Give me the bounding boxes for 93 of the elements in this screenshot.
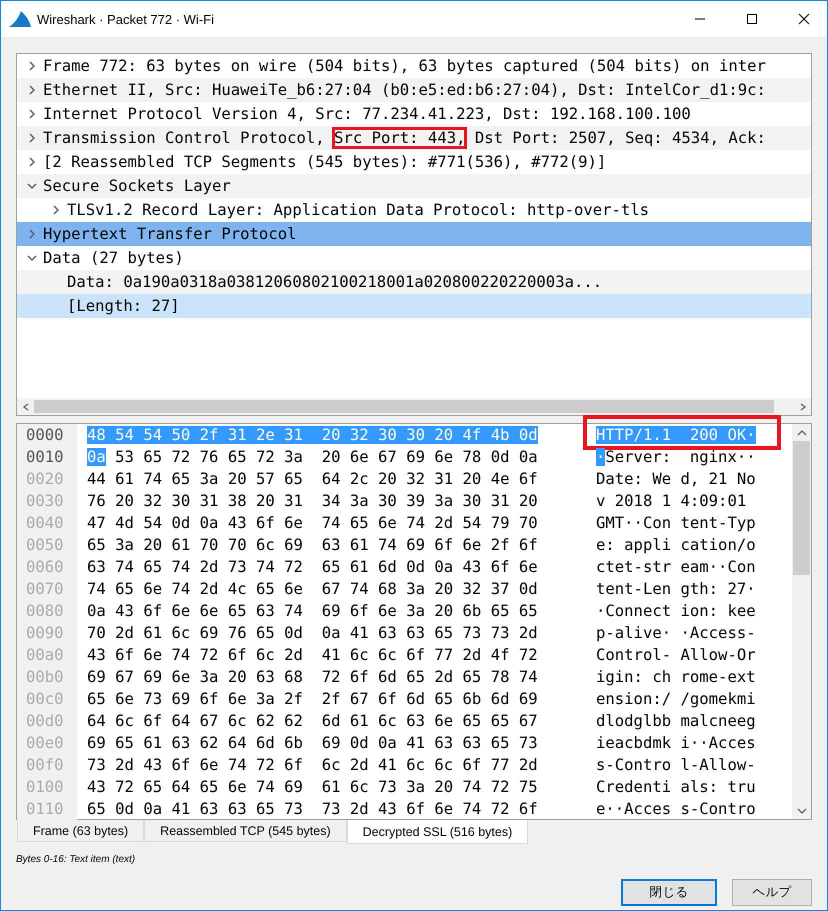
- ascii-text[interactable]: v 2018 1 4:09:01: [596, 492, 756, 510]
- dialog-button[interactable]: ヘルプ: [732, 879, 812, 906]
- dialog-button[interactable]: 閉じる: [621, 879, 717, 906]
- chevron-right-icon[interactable]: [27, 157, 37, 167]
- ascii-text[interactable]: dlodglbb malcneeg: [596, 712, 756, 730]
- ascii-text[interactable]: Credenti als: tru: [596, 778, 756, 796]
- ascii-text[interactable]: ension:/ /gomekmi: [596, 690, 756, 708]
- tree-label: [Length: 27]: [67, 297, 180, 315]
- hex-bytes[interactable]: 43 72 65 64 65 6e 74 69 61 6c 73 3a 20 74 72 75: [87, 778, 587, 796]
- byte-offset: 0020: [17, 468, 77, 490]
- hex-bytes[interactable]: 44 61 74 65 3a 20 57 65 64 2c 20 32 31 20 4e 6f: [87, 470, 587, 488]
- hex-bytes[interactable]: 76 20 32 30 31 38 20 31 34 3a 30 39 3a 30 31 20: [87, 492, 587, 510]
- status-text: Bytes 0-16: Text item (text): [16, 854, 136, 865]
- tree-row[interactable]: Transmission Control Protocol, Src Port: 443, Dst Port: 2507, Seq: 4534, Ack:: [17, 126, 811, 150]
- scroll-left-icon[interactable]: [22, 402, 30, 410]
- byte-offset: 0090: [17, 622, 77, 644]
- hex-bytes[interactable]: 69 67 69 6e 3a 20 63 68 72 6f 6d 65 2d 65 78 74: [87, 668, 587, 686]
- hex-bytes[interactable]: 65 6e 73 69 6f 6e 3a 2f 2f 67 6f 6d 65 6b 6d 69: [87, 690, 587, 708]
- byte-offset: 00d0: [17, 710, 77, 732]
- tree-label: Data (27 bytes): [43, 249, 184, 267]
- ascii-text[interactable]: e: appli cation/o: [596, 536, 756, 554]
- chevron-right-icon[interactable]: [27, 229, 37, 239]
- tree-label: Transmission Control Protocol, Src Port: 443, Dst Port: 2507, Seq: 4534, Ack:: [43, 129, 766, 147]
- chevron-right-icon[interactable]: [27, 85, 37, 95]
- ascii-text[interactable]: ·Server: nginx··: [596, 448, 756, 466]
- tree-label: Internet Protocol Version 4, Src: 77.234.41.223, Dst: 192.168.100.100: [43, 105, 691, 123]
- chevron-right-icon[interactable]: [27, 61, 37, 71]
- hex-bytes[interactable]: 74 65 6e 74 2d 4c 65 6e 67 74 68 3a 20 32 37 0d: [87, 580, 587, 598]
- shark-fin-icon: [9, 11, 31, 27]
- hex-bytes[interactable]: 65 3a 20 61 70 70 6c 69 63 61 74 69 6f 6e 2f 6f: [87, 536, 587, 554]
- ascii-text[interactable]: Date: We d, 21 No: [596, 470, 756, 488]
- tree-row[interactable]: Data: 0a190a0318a03812060802100218001a020800220220003a...: [17, 270, 811, 294]
- chevron-down-icon[interactable]: [27, 253, 37, 263]
- hex-bytes[interactable]: 63 74 65 74 2d 73 74 72 65 61 6d 0d 0a 43 6f 6e: [87, 558, 587, 576]
- chevron-right-icon[interactable]: [27, 109, 37, 119]
- scroll-right-icon[interactable]: [798, 402, 806, 410]
- tree-row[interactable]: Ethernet II, Src: HuaweiTe_b6:27:04 (b0:e5:ed:b6:27:04), Dst: IntelCor_d1:9c:: [17, 78, 811, 102]
- ascii-text[interactable]: ctet-str eam··Con: [596, 558, 756, 576]
- ascii-text[interactable]: Control- Allow-Or: [596, 646, 756, 664]
- hex-bytes[interactable]: 0a 43 6f 6e 6e 65 63 74 69 6f 6e 3a 20 6b 65 65: [87, 602, 587, 620]
- tree-row[interactable]: [Length: 27]: [17, 294, 811, 318]
- hex-bytes[interactable]: 69 65 61 63 62 64 6d 6b 69 0d 0a 41 63 63 65 73: [87, 734, 587, 752]
- hex-bytes[interactable]: 70 2d 61 6c 69 76 65 0d 0a 41 63 63 65 73 73 2d: [87, 624, 587, 642]
- byte-source-tab[interactable]: Frame (63 bytes): [17, 820, 144, 842]
- byte-offset: 0060: [17, 556, 77, 578]
- tree-row[interactable]: Secure Sockets Layer: [17, 174, 811, 198]
- ascii-text[interactable]: p-alive· ·Access-: [596, 624, 756, 642]
- byte-offset: 00a0: [17, 644, 77, 666]
- ascii-text[interactable]: tent-Len gth: 27·: [596, 580, 756, 598]
- hex-bytes[interactable]: 43 6f 6e 74 72 6f 6c 2d 41 6c 6c 6f 77 2d 4f 72: [87, 646, 587, 664]
- tree-label: Secure Sockets Layer: [43, 177, 231, 195]
- hex-bytes[interactable]: 64 6c 6f 64 67 6c 62 62 6d 61 6c 63 6e 65 65 67: [87, 712, 587, 730]
- window-title: Wireshark · Packet 772 · Wi-Fi: [37, 12, 215, 26]
- scroll-up-icon[interactable]: [796, 428, 806, 436]
- byte-offset: 0040: [17, 512, 77, 534]
- tree-label: Ethernet II, Src: HuaweiTe_b6:27:04 (b0:e5:ed:b6:27:04), Dst: IntelCor_d1:9c:: [43, 81, 766, 99]
- tree-label: [2 Reassembled TCP Segments (545 bytes): #771(536), #772(9)]: [43, 153, 606, 171]
- tree-label: Data: 0a190a0318a03812060802100218001a020800220220003a...: [67, 273, 602, 291]
- byte-offset: 00e0: [17, 732, 77, 754]
- byte-source-tab[interactable]: Reassembled TCP (545 bytes): [144, 820, 347, 842]
- tree-row[interactable]: Hypertext Transfer Protocol: [17, 222, 811, 246]
- byte-offset: 0030: [17, 490, 77, 512]
- hex-bytes[interactable]: 65 0d 0a 41 63 63 65 73 73 2d 43 6f 6e 74 72 6f: [87, 800, 587, 818]
- tree-label: Hypertext Transfer Protocol: [43, 225, 296, 243]
- ascii-text[interactable]: igin: ch rome-ext: [596, 668, 756, 686]
- byte-offset: 0110: [17, 798, 77, 820]
- chevron-down-icon[interactable]: [27, 181, 37, 191]
- maximize-icon: [746, 13, 758, 25]
- byte-offset: 0100: [17, 776, 77, 798]
- close-icon: [798, 13, 810, 25]
- ascii-text[interactable]: s-Contro l-Allow-: [596, 756, 756, 774]
- scroll-down-icon[interactable]: [796, 806, 806, 814]
- byte-offset: 0000: [17, 424, 77, 446]
- ascii-text[interactable]: GMT··Con tent-Typ: [596, 514, 756, 532]
- byte-offset: 0010: [17, 446, 77, 468]
- byte-offset: 00c0: [17, 688, 77, 710]
- tree-label: Frame 772: 63 bytes on wire (504 bits), 63 bytes captured (504 bits) on inter: [43, 57, 766, 75]
- byte-offset: 0080: [17, 600, 77, 622]
- ascii-text[interactable]: ·Connect ion: kee: [596, 602, 756, 620]
- chevron-right-icon[interactable]: [27, 133, 37, 143]
- byte-offset: 0050: [17, 534, 77, 556]
- byte-source-tab[interactable]: Decrypted SSL (516 bytes): [346, 820, 528, 844]
- ascii-text[interactable]: ieacbdmk i··Acces: [596, 734, 756, 752]
- hex-bytes[interactable]: 0a 53 65 72 76 65 72 3a 20 6e 67 69 6e 78 0d 0a: [87, 448, 587, 466]
- hex-bytes[interactable]: 47 4d 54 0d 0a 43 6f 6e 74 65 6e 74 2d 54 79 70: [87, 514, 587, 532]
- byte-offset: 00b0: [17, 666, 77, 688]
- hex-bytes[interactable]: 73 2d 43 6f 6e 74 72 6f 6c 2d 41 6c 6c 6f 77 2d: [87, 756, 587, 774]
- chevron-right-icon[interactable]: [51, 205, 61, 215]
- byte-offset: 0070: [17, 578, 77, 600]
- byte-offset: 00f0: [17, 754, 77, 776]
- tree-label: TLSv1.2 Record Layer: Application Data Protocol: http-over-tls: [67, 201, 650, 219]
- vertical-scrollbar[interactable]: [792, 424, 811, 819]
- ascii-text[interactable]: e··Acces s-Contro: [596, 800, 756, 818]
